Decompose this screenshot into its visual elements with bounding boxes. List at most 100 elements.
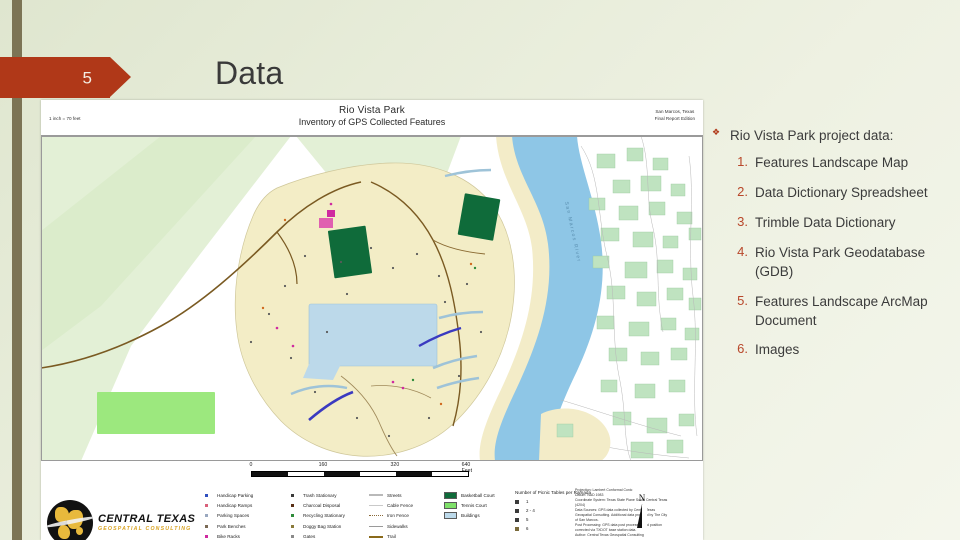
map-scalebar: 0 160 320 640 Feet (41, 461, 703, 483)
list-number: 5. (737, 292, 748, 308)
north-arrow-icon: N (629, 494, 655, 528)
legend-item: Sidewalks (369, 521, 443, 531)
legend-label: Trash Stationary (303, 492, 337, 498)
line-symbol-icon (369, 512, 383, 520)
line-symbol-icon (369, 533, 383, 540)
legend-label: Cable Fence (387, 503, 414, 509)
table-cell: 1 (526, 499, 529, 504)
map-edition-label: Final Report Edition (654, 115, 695, 121)
list-item-label: Images (755, 342, 800, 358)
point-symbol-icon (285, 512, 299, 520)
legend-label: Sidewalks (387, 523, 408, 529)
map-subtitle: Inventory of GPS Collected Features (298, 117, 446, 127)
legend-item: Trash Stationary (285, 490, 369, 500)
list-item-label: Data Dictionary Spreadsheet (755, 185, 928, 201)
legend-label: Handicap Parking (217, 492, 254, 498)
legend-item: Doggy Bag Station (285, 521, 369, 531)
list-item-label: Features Landscape Map (755, 155, 909, 171)
page-title: Data (215, 55, 284, 91)
table-row: 6 (515, 524, 571, 533)
globe-icon (47, 499, 93, 540)
map-corner-note: San Marcos, Texas Final Report Edition (655, 109, 695, 123)
legend-column-lines: Streets Cable Fence Iron Fence Sidewalks… (369, 486, 443, 540)
map-graphic: San Marcos River (41, 136, 703, 460)
north-label: N (638, 493, 646, 503)
legend-column-polygons: Basketball Court Tennis Court Buildings (443, 486, 515, 540)
point-symbol-icon (199, 522, 213, 530)
slide-number-ribbon: 5 (0, 57, 131, 98)
point-symbol-icon (199, 533, 213, 540)
legend-label: Gates (303, 534, 316, 540)
list-item-label: Features Landscape ArcMap Document (755, 293, 928, 328)
logo-name: CENTRAL TEXAS (98, 513, 196, 525)
legend-item: Bike Racks (199, 532, 285, 540)
list-item: 6. Images (712, 341, 952, 360)
list-number: 4. (737, 243, 748, 259)
list-item: 5. Features Landscape ArcMap Document (712, 293, 952, 331)
scalebar-tick-1: 160 (318, 462, 328, 468)
table-cell: 2 - 4 (526, 508, 535, 513)
map-canvas[interactable]: San Marcos River (41, 136, 703, 461)
point-symbol-icon (285, 522, 299, 530)
legend-label: Bike Racks (217, 534, 240, 540)
map-image[interactable]: 1 inch = 70 feet Rio Vista Park Inventor… (41, 100, 703, 540)
scalebar-bar (251, 471, 469, 477)
lead-text: Rio Vista Park project data: (730, 128, 894, 143)
table-cell: 6 (526, 526, 529, 531)
lead-bullet: ❖ Rio Vista Park project data: (712, 126, 952, 145)
point-symbol-icon (285, 533, 299, 540)
map-legend: CENTRAL TEXAS GEOSPATIAL CONSULTING Hand… (41, 483, 703, 540)
map-title-block: Rio Vista Park Inventory of GPS Collecte… (41, 105, 703, 127)
legend-item: Recycling Stationary (285, 511, 369, 521)
legend-column-points-2: Trash Stationary Charcoal Disposal Recyc… (285, 486, 369, 540)
picnic-table-header: Number of Picnic Tables per Ramada (515, 490, 592, 495)
legend-item: Cable Fence (369, 500, 443, 510)
point-symbol-icon (285, 491, 299, 499)
legend-item: Basketball Court (443, 490, 515, 500)
list-item: 1. Features Landscape Map (712, 154, 952, 173)
content-list: ❖ Rio Vista Park project data: 1. Featur… (712, 126, 952, 371)
legend-column-points-1: Handicap Parking Handicap Ramps Parking … (199, 486, 285, 540)
list-number: 2. (737, 184, 748, 200)
legend-item: Gates (285, 532, 369, 540)
point-symbol-icon (199, 502, 213, 510)
table-cell: 5 (526, 517, 529, 522)
map-header: 1 inch = 70 feet Rio Vista Park Inventor… (41, 100, 703, 136)
logo-tagline: GEOSPATIAL CONSULTING (98, 526, 192, 532)
legend-label: Charcoal Disposal (303, 503, 341, 509)
legend-label: Buildings (461, 513, 480, 519)
slide-number: 5 (82, 68, 92, 87)
legend-item: Streets (369, 490, 443, 500)
legend-label: Streets (387, 492, 402, 498)
legend-label: Recycling Stationary (303, 513, 345, 519)
polygon-swatch-icon (443, 512, 457, 520)
legend-label: Park Benches (217, 523, 246, 529)
table-row: 2 - 4 (515, 506, 571, 515)
table-row: 5 (515, 515, 571, 524)
legend-item: Handicap Parking (199, 490, 285, 500)
list-item-label: Trimble Data Dictionary (755, 214, 896, 230)
point-symbol-icon (199, 491, 213, 499)
list-number: 3. (737, 213, 748, 229)
map-metadata: N Projection: Lambert Conformal Conic Da… (571, 486, 699, 540)
map-title: Rio Vista Park (339, 105, 405, 116)
consultant-logo: CENTRAL TEXAS GEOSPATIAL CONSULTING (47, 486, 199, 540)
scalebar-labels: 0 160 320 640 Feet (250, 462, 472, 474)
list-number: 6. (737, 341, 748, 357)
polygon-swatch-icon (443, 491, 457, 499)
legend-picnic-table: Number of Picnic Tables per Ramada 1 2 -… (515, 486, 592, 540)
legend-item: Trail (369, 532, 443, 540)
point-symbol-icon (199, 512, 213, 520)
legend-label: Trail (387, 534, 396, 540)
legend-item: Iron Fence (369, 511, 443, 521)
list-item: 4. Rio Vista Park Geodatabase (GDB) (712, 244, 952, 282)
legend-item: Tennis Court (443, 500, 515, 510)
list-item: 2. Data Dictionary Spreadsheet (712, 184, 952, 203)
legend-label: Parking Spaces (217, 513, 250, 519)
point-symbol-icon (285, 502, 299, 510)
legend-label: Iron Fence (387, 513, 409, 519)
metadata-line: Author: Central Texas Geospatial Consult… (575, 532, 644, 537)
scalebar-tick-2: 320 (390, 462, 400, 468)
legend-item: Charcoal Disposal (285, 500, 369, 510)
map-location-label: San Marcos, Texas (655, 109, 695, 114)
